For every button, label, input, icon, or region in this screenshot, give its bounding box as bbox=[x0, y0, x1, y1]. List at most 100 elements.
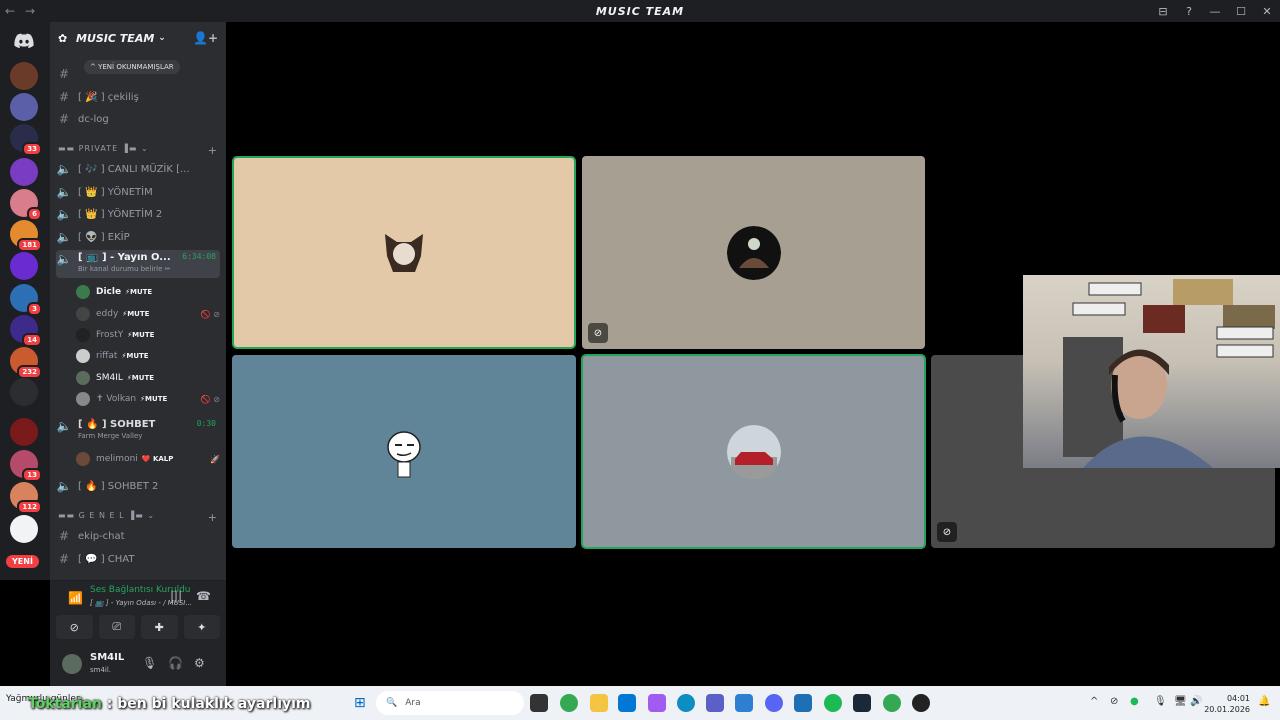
voice-channel[interactable]: 🔈 [ 👽 ] EKİP bbox=[56, 227, 220, 247]
category-genel[interactable]: ▬▬ G E N E L ▐▬ ⌄ + bbox=[58, 511, 218, 524]
clock[interactable]: 04:01 20.01.2026 bbox=[1204, 693, 1250, 715]
member-name: eddy bbox=[96, 309, 119, 319]
server-icon[interactable]: 6 bbox=[10, 189, 42, 221]
app-icon[interactable] bbox=[735, 694, 753, 712]
server-icon[interactable] bbox=[10, 62, 38, 90]
voice-member[interactable]: eddy ⚡MUTE 🚫 ⊘ bbox=[76, 305, 220, 323]
signal-icon[interactable]: 📶 bbox=[68, 591, 83, 605]
screen-share-button[interactable]: ⎚ bbox=[98, 615, 135, 639]
chrome-icon[interactable] bbox=[883, 694, 901, 712]
tray-icon[interactable]: ● bbox=[1130, 696, 1139, 707]
add-channel-icon[interactable]: + bbox=[208, 511, 218, 524]
participant-tile[interactable] bbox=[232, 355, 576, 548]
maximize-button[interactable]: ☐ bbox=[1228, 5, 1254, 18]
headphones-icon[interactable]: 🎧 bbox=[168, 656, 183, 670]
volume-icon[interactable]: 🔊 bbox=[1190, 696, 1202, 707]
invite-icon[interactable]: 👤+ bbox=[193, 31, 218, 45]
server-icon[interactable]: 33 bbox=[10, 124, 42, 156]
participant-tile[interactable]: ⊘ bbox=[582, 156, 925, 349]
channel-label: [ 🎶 ] CANLI MÜZİK [... bbox=[78, 163, 190, 175]
minimize-button[interactable]: — bbox=[1202, 5, 1228, 18]
overlay-separator: : bbox=[101, 696, 113, 712]
avatar[interactable] bbox=[62, 654, 82, 674]
microphone-icon[interactable]: 🎙 bbox=[1154, 696, 1167, 707]
channel-label: [ 📺 ] - Yayın O... bbox=[78, 252, 171, 263]
app-icon[interactable] bbox=[794, 694, 812, 712]
copilot-icon[interactable] bbox=[648, 694, 666, 712]
discord-home-icon[interactable] bbox=[10, 27, 38, 55]
server-icon[interactable] bbox=[10, 515, 38, 543]
voice-channel-sohbet[interactable]: 🔈 [ 🔥 ] SOHBET 0:30 Farm Merge Valley bbox=[56, 417, 220, 443]
windows-start-icon[interactable]: ⊞ bbox=[354, 695, 366, 711]
unread-badge: 3 bbox=[27, 302, 42, 316]
server-header[interactable]: ✿ MUSIC TEAM ⌄ 👤+ bbox=[50, 22, 226, 54]
server-icon[interactable] bbox=[10, 252, 38, 280]
channel-status[interactable]: Bir kanal durumu belirle ✏ bbox=[78, 265, 171, 273]
server-icon[interactable] bbox=[10, 93, 38, 121]
disconnect-icon[interactable]: ☎ bbox=[196, 589, 211, 603]
edge-icon[interactable] bbox=[677, 694, 695, 712]
user-name[interactable]: SM4IL bbox=[90, 652, 124, 663]
unread-messages-pill[interactable]: ^ YENİ OKUNMAMIŞLAR bbox=[84, 60, 180, 74]
add-channel-icon[interactable]: + bbox=[208, 144, 218, 157]
close-button[interactable]: ✕ bbox=[1254, 5, 1280, 18]
steam-icon[interactable] bbox=[853, 694, 871, 712]
voice-member[interactable]: Dicle ⚡MUTE bbox=[76, 283, 220, 301]
discord-taskbar-icon[interactable] bbox=[765, 694, 783, 712]
server-icon[interactable] bbox=[10, 378, 38, 406]
help-icon[interactable]: ? bbox=[1176, 5, 1202, 18]
channel-dc-log[interactable]: # dc-log bbox=[56, 109, 220, 129]
server-icon[interactable]: 232 bbox=[10, 347, 42, 379]
participant-tile[interactable] bbox=[581, 354, 926, 549]
camera-off-button[interactable]: ⊘ bbox=[56, 615, 93, 639]
server-icon[interactable] bbox=[10, 158, 38, 186]
voice-channel[interactable]: 🔈 [ 👑 ] YÖNETİM bbox=[56, 182, 220, 202]
task-view-icon[interactable] bbox=[530, 694, 548, 712]
overlay-message: ben bi kulaklık ayarlıyım bbox=[112, 696, 311, 712]
store-icon[interactable] bbox=[618, 694, 636, 712]
notification-icon[interactable]: 🔔 bbox=[1258, 696, 1270, 707]
voice-member[interactable]: melimoni ❤️ KALP 🚀 bbox=[76, 450, 220, 468]
server-icon[interactable]: 112 bbox=[10, 482, 42, 514]
settings-gear-icon[interactable]: ⚙ bbox=[194, 656, 205, 670]
search-placeholder: Ara bbox=[405, 698, 421, 708]
teams-icon[interactable] bbox=[706, 694, 724, 712]
voice-channel[interactable]: 🔈 [ 🎶 ] CANLI MÜZİK [... bbox=[56, 159, 220, 179]
server-icon[interactable]: 13 bbox=[10, 450, 42, 482]
voice-channel-active[interactable]: 🔈 [ 📺 ] - Yayın O... 6:34:08 Bir kanal d… bbox=[56, 250, 220, 278]
webcam-video[interactable] bbox=[1023, 275, 1280, 468]
file-explorer-icon[interactable] bbox=[590, 694, 608, 712]
chevron-up-icon[interactable]: ^ bbox=[1090, 696, 1098, 707]
server-icon[interactable]: 14 bbox=[10, 315, 42, 347]
voice-channel[interactable]: 🔈 [ 🔥 ] SOHBET 2 bbox=[56, 476, 220, 496]
tray-icon[interactable]: ⊘ bbox=[1110, 696, 1118, 707]
category-private[interactable]: ▬▬ PRIVATE ▐▬ ⌄ + bbox=[58, 144, 218, 157]
avatar bbox=[76, 392, 90, 406]
obs-icon[interactable] bbox=[912, 694, 930, 712]
noise-suppression-icon[interactable]: ||| bbox=[170, 589, 182, 603]
hash-icon: # bbox=[58, 90, 70, 104]
member-name: Dicle bbox=[96, 287, 122, 297]
channel-label: [ 💬 ] CHAT bbox=[78, 553, 135, 565]
participant-tile[interactable] bbox=[232, 156, 576, 349]
voice-member[interactable]: riffat ⚡MUTE bbox=[76, 347, 220, 365]
inbox-icon[interactable]: ⊟ bbox=[1150, 5, 1176, 18]
spotify-icon[interactable] bbox=[824, 694, 842, 712]
chrome-icon[interactable] bbox=[560, 694, 578, 712]
voice-channel[interactable]: 🔈 [ 👑 ] YÖNETİM 2 bbox=[56, 204, 220, 224]
voice-member[interactable]: FrostY ⚡MUTE bbox=[76, 326, 220, 344]
voice-member[interactable]: ✝ Volkan ⚡MUTE 🚫 ⊘ bbox=[76, 390, 220, 408]
channel-ekip-chat[interactable]: # ekip-chat bbox=[56, 526, 220, 546]
new-badge[interactable]: YENİ bbox=[6, 555, 39, 568]
voice-member[interactable]: SM4IL ⚡MUTE bbox=[76, 369, 220, 387]
network-icon[interactable]: 🖥 bbox=[1174, 696, 1187, 707]
activities-button[interactable]: ✚ bbox=[141, 615, 178, 639]
channel-cekilis[interactable]: # [ 🎉 ] çekiliş bbox=[56, 87, 220, 107]
soundboard-button[interactable]: ✦ bbox=[183, 615, 220, 639]
server-icon[interactable]: 3 bbox=[10, 284, 42, 316]
server-icon[interactable]: 181 bbox=[10, 220, 42, 252]
taskbar-search[interactable]: 🔍 Ara bbox=[376, 691, 524, 715]
microphone-icon[interactable]: 🎙 bbox=[142, 656, 157, 670]
channel-chat[interactable]: # [ 💬 ] CHAT bbox=[56, 549, 220, 569]
server-icon[interactable] bbox=[10, 418, 38, 446]
